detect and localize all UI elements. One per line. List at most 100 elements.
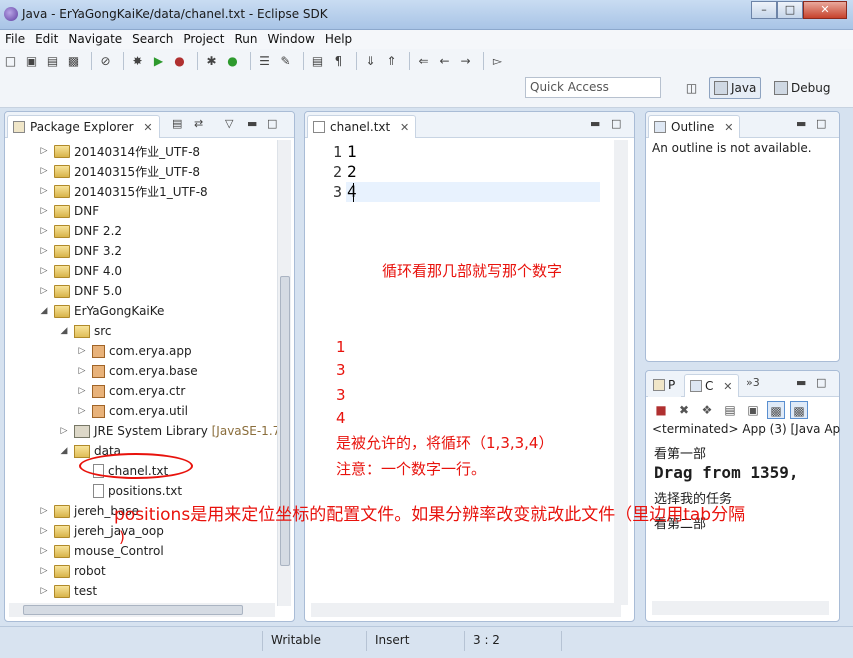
tab-console[interactable]: C ✕ [684, 374, 740, 397]
search-icon[interactable]: ✎ [277, 53, 294, 70]
expand-icon[interactable]: ▷ [39, 506, 49, 516]
maximize-button[interactable]: □ [777, 1, 803, 19]
tab-chanel-txt[interactable]: chanel.txt ✕ [307, 115, 417, 138]
maximize-view-icon[interactable]: □ [611, 117, 621, 130]
close-icon[interactable]: ✕ [724, 121, 733, 134]
display-console-icon[interactable]: ▩ [790, 401, 808, 419]
tree-item[interactable]: ▷ DNF 2.2 [39, 221, 123, 241]
tree-item[interactable]: ▷ mouse_Control [39, 541, 164, 561]
tree-item[interactable]: ▷ DNF 4.0 [39, 261, 123, 281]
remove-all-icon[interactable]: ❖ [698, 401, 716, 419]
remove-launch-icon[interactable]: ✖ [675, 401, 693, 419]
collapse-icon[interactable]: ◢ [39, 306, 49, 316]
expand-icon[interactable]: ▷ [39, 206, 49, 216]
previous-annotation-icon[interactable]: ⇑ [383, 53, 400, 70]
expand-icon[interactable]: ▷ [39, 526, 49, 536]
expand-icon[interactable]: ▷ [39, 566, 49, 576]
expand-icon[interactable]: ▷ [39, 286, 49, 296]
clear-console-icon[interactable]: ▤ [721, 401, 739, 419]
close-icon[interactable]: ✕ [143, 121, 152, 134]
view-menu-icon[interactable]: ▽ [225, 117, 233, 130]
maximize-view-icon[interactable]: □ [267, 117, 277, 130]
menu-navigate[interactable]: Navigate [63, 30, 127, 49]
perspective-java[interactable]: Java [709, 77, 762, 99]
close-button[interactable]: ✕ [803, 1, 847, 19]
tree-item[interactable]: ◢ src [59, 321, 112, 341]
expand-icon[interactable]: ▷ [39, 186, 49, 196]
skip-breakpoints-icon[interactable]: ⊘ [97, 53, 114, 70]
tab-package-explorer[interactable]: Package Explorer ✕ [7, 115, 160, 138]
tab-problems[interactable]: P [648, 374, 682, 397]
expand-icon[interactable]: ▷ [39, 146, 49, 156]
expand-icon[interactable]: ▷ [77, 406, 87, 416]
quick-access-input[interactable]: Quick Access [525, 77, 661, 98]
minimize-view-icon[interactable]: ▬ [796, 376, 806, 389]
expand-icon[interactable]: ▷ [39, 226, 49, 236]
open-perspective-icon[interactable]: ◫ [683, 80, 700, 97]
tree-item[interactable]: ▷ DNF [39, 201, 100, 221]
console-horizontal-scrollbar[interactable] [652, 601, 829, 615]
external-tools-icon[interactable]: ● [171, 53, 188, 70]
expand-icon[interactable]: ▷ [59, 426, 69, 436]
tree-item[interactable]: ▷ com.erya.util [77, 401, 188, 421]
expand-icon[interactable]: ▷ [39, 166, 49, 176]
menu-run[interactable]: Run [229, 30, 262, 49]
scroll-lock-icon[interactable]: ▣ [744, 401, 762, 419]
collapse-icon[interactable]: ◢ [59, 326, 69, 336]
run-icon[interactable]: ▶ [150, 53, 167, 70]
minimize-view-icon[interactable]: ▬ [796, 117, 806, 130]
new-icon[interactable]: □ [2, 53, 19, 70]
open-type-icon[interactable]: ☰ [256, 53, 273, 70]
tree-item[interactable]: ▷ DNF 5.0 [39, 281, 123, 301]
new-class-icon[interactable]: ● [224, 53, 241, 70]
expand-icon[interactable]: ▷ [77, 346, 87, 356]
minimize-view-icon[interactable]: ▬ [590, 117, 600, 130]
pin-console-icon[interactable]: ▩ [767, 401, 785, 419]
expand-icon[interactable]: ▷ [39, 586, 49, 596]
tree-item[interactable]: positions.txt [93, 481, 182, 501]
tree-item[interactable]: ▷ 20140314作业_UTF-8 [39, 141, 200, 161]
next-annotation-icon[interactable]: ⇓ [362, 53, 379, 70]
forward-icon[interactable]: → [457, 53, 474, 70]
collapse-all-icon[interactable]: ▤ [172, 117, 182, 130]
tree-item[interactable]: ▷ robot [39, 561, 106, 581]
tree-item[interactable]: ◢ ErYaGongKaiKe [39, 301, 165, 321]
menu-project[interactable]: Project [178, 30, 229, 49]
tree-item[interactable]: ▷ 20140315作业1_UTF-8 [39, 181, 208, 201]
expand-icon[interactable]: ▷ [77, 386, 87, 396]
minimize-view-icon[interactable]: ▬ [247, 117, 257, 130]
collapse-icon[interactable]: ◢ [59, 446, 69, 456]
menu-edit[interactable]: Edit [30, 30, 63, 49]
expand-icon[interactable]: ▷ [77, 366, 87, 376]
save-all-icon[interactable]: ▤ [44, 53, 61, 70]
terminate-icon[interactable]: ■ [652, 401, 670, 419]
expand-icon[interactable]: ▷ [39, 246, 49, 256]
tree-item[interactable]: ▷ DNF 3.2 [39, 241, 123, 261]
tab-outline[interactable]: Outline ✕ [648, 115, 741, 138]
menu-help[interactable]: Help [320, 30, 357, 49]
minimize-button[interactable]: – [751, 1, 777, 19]
tree-item[interactable]: ▷ test [39, 581, 98, 601]
tree-vertical-scrollbar[interactable] [277, 140, 291, 606]
tree-item[interactable]: ▷ com.erya.ctr [77, 381, 186, 401]
new-java-project-icon[interactable]: ✱ [203, 53, 220, 70]
tree-item[interactable]: ▷ com.erya.app [77, 341, 192, 361]
scrollbar-thumb[interactable] [23, 605, 243, 615]
debug-icon[interactable]: ✸ [129, 53, 146, 70]
editor-vertical-scrollbar[interactable] [614, 140, 628, 605]
tree-item[interactable]: ▷ JRE System Library [JavaSE-1.7 [59, 421, 277, 441]
show-whitespace-icon[interactable]: ¶ [330, 53, 347, 70]
link-with-editor-icon[interactable]: ⇄ [194, 117, 203, 130]
tree-horizontal-scrollbar[interactable] [9, 603, 275, 617]
back-icon[interactable]: ← [436, 53, 453, 70]
close-icon[interactable]: ✕ [400, 121, 409, 134]
more-views-button[interactable]: »3 [746, 376, 760, 389]
maximize-view-icon[interactable]: □ [816, 376, 826, 389]
expand-icon[interactable]: ▷ [39, 266, 49, 276]
tree-item[interactable]: ▷ com.erya.base [77, 361, 198, 381]
menu-file[interactable]: File [0, 30, 30, 49]
perspective-debug[interactable]: Debug [770, 77, 834, 99]
toggle-mark-icon[interactable]: ▤ [309, 53, 326, 70]
tree-item[interactable]: ▷ 20140315作业_UTF-8 [39, 161, 200, 181]
print-icon[interactable]: ▩ [65, 53, 82, 70]
